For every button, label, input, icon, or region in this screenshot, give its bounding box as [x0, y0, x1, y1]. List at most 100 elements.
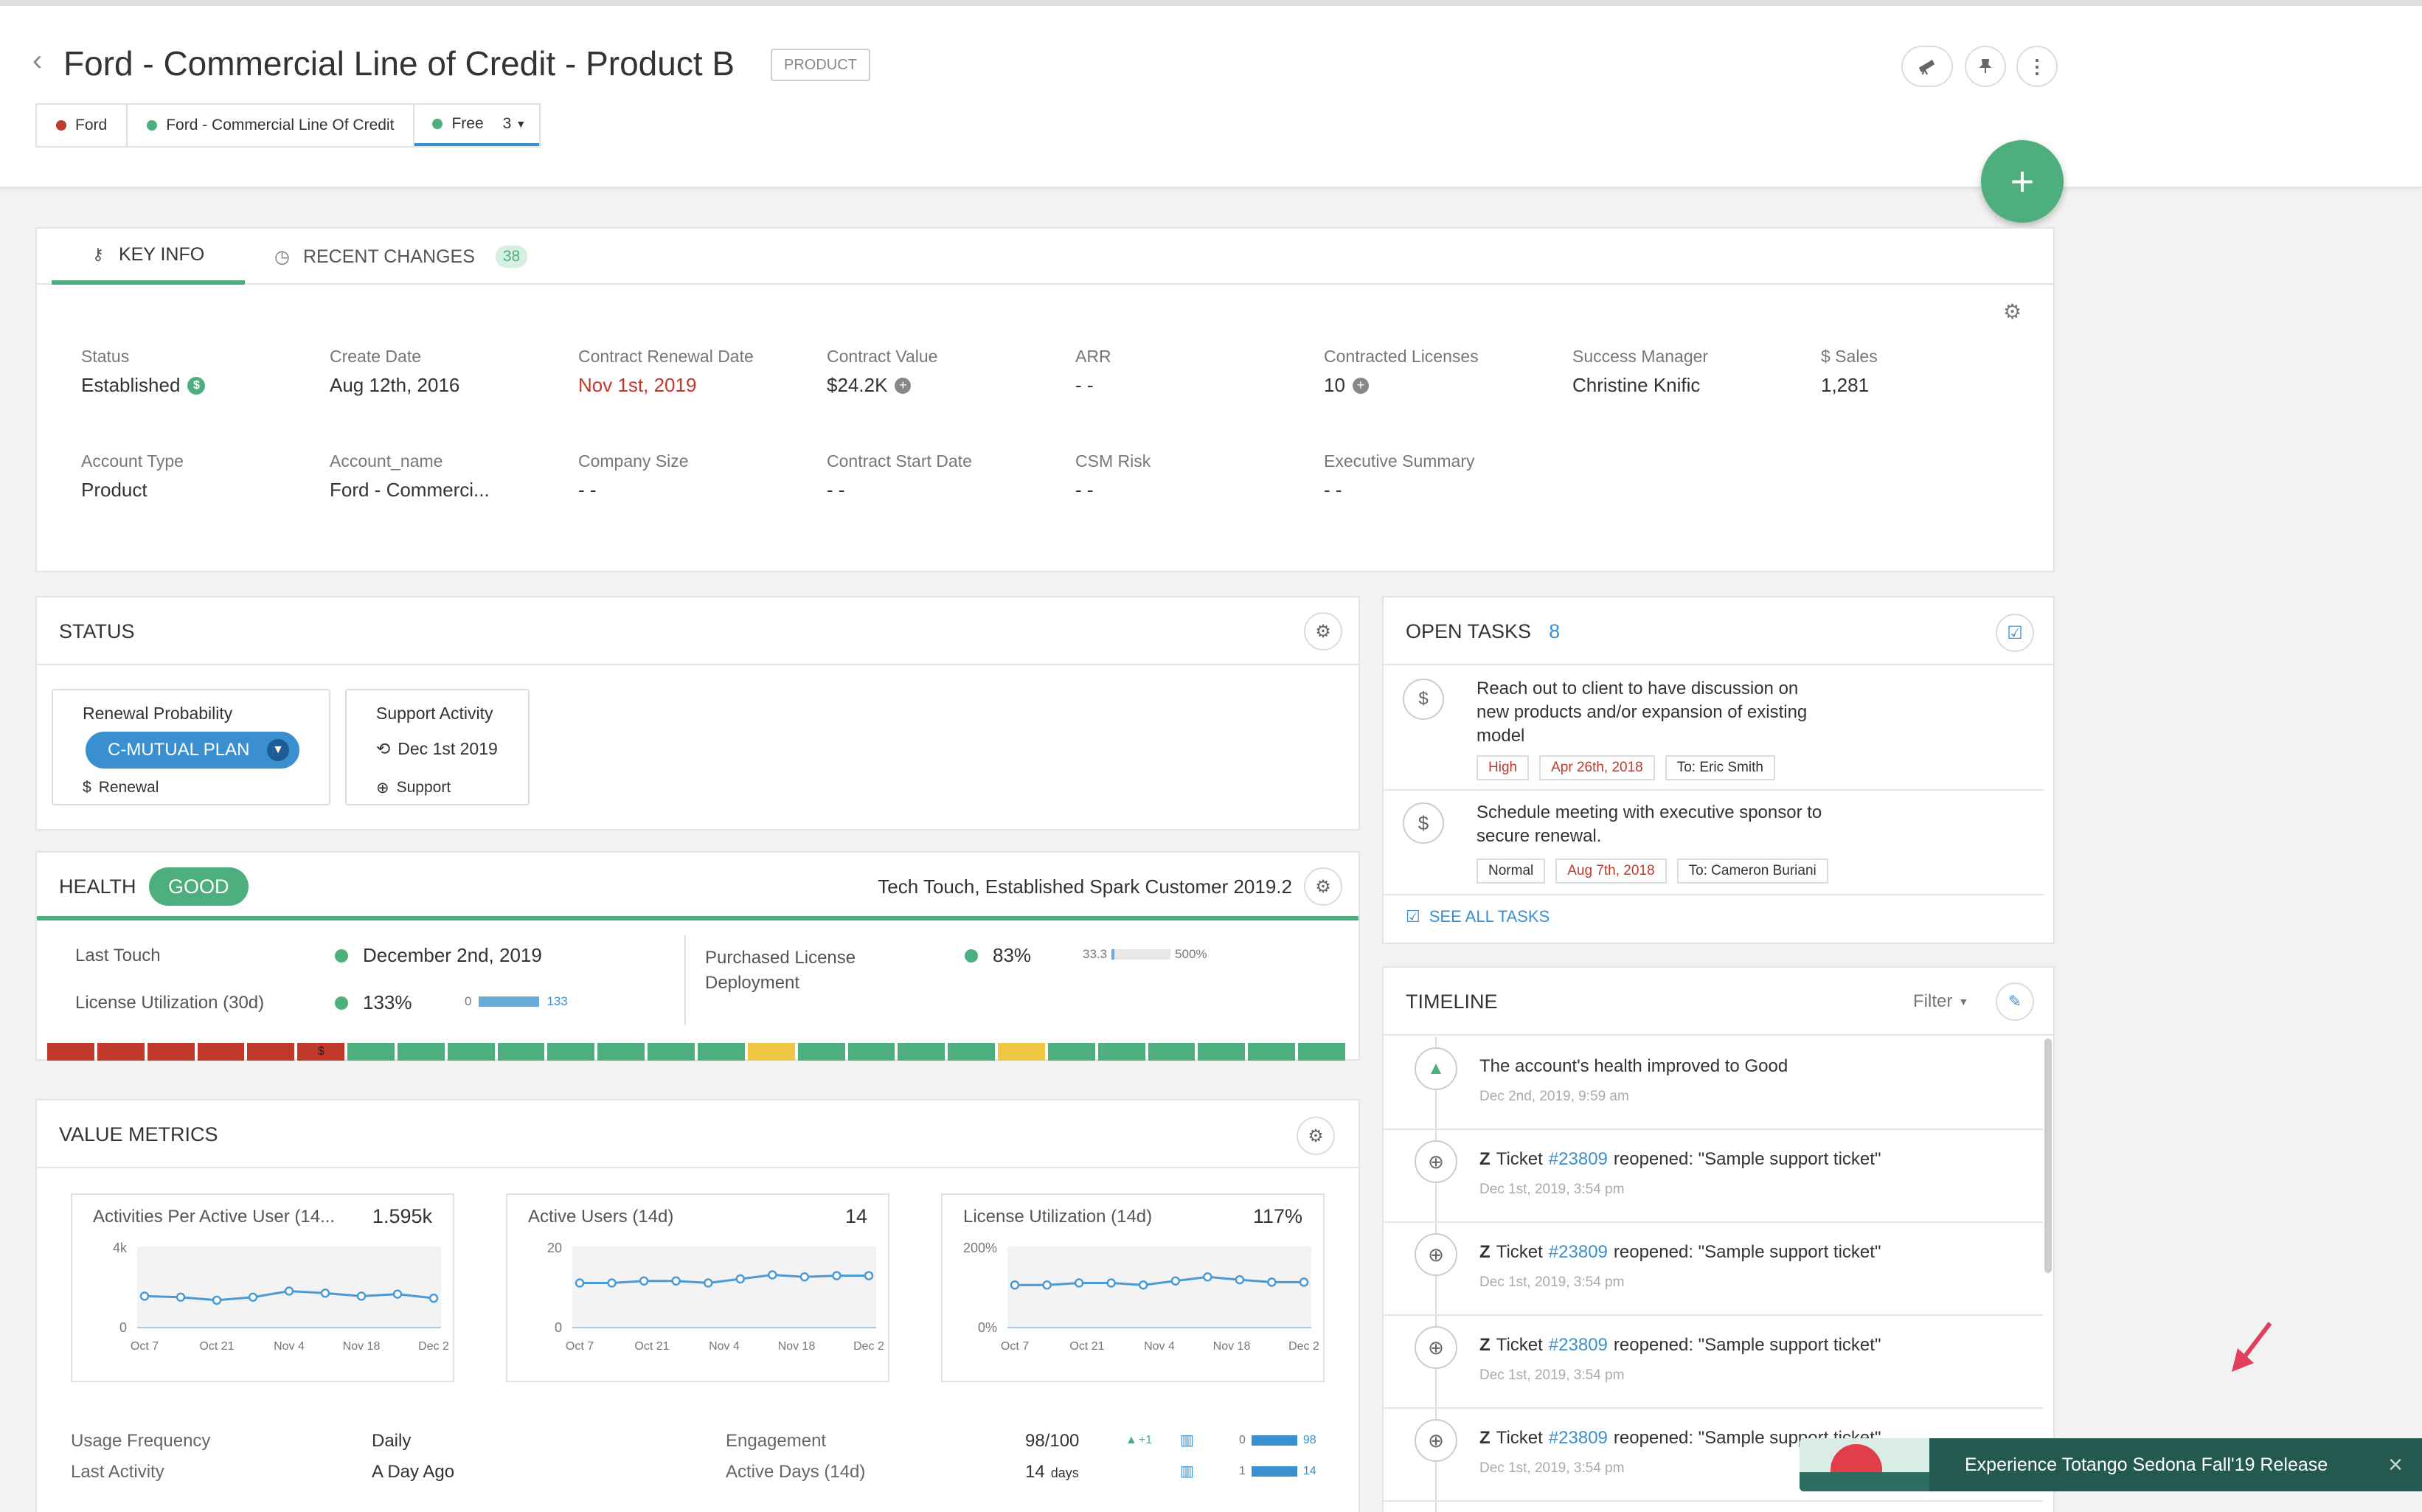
key-info-settings-gear-icon[interactable]: ⚙: [2003, 299, 2022, 324]
add-button[interactable]: +: [1981, 140, 2064, 223]
health-history-segment[interactable]: [847, 1043, 895, 1061]
health-history-segment[interactable]: [47, 1043, 94, 1061]
health-history-segment[interactable]: [797, 1043, 845, 1061]
more-vertical-icon: ⋮: [2027, 55, 2047, 77]
history-icon: ⟲: [376, 739, 391, 758]
plus-icon: +: [2010, 158, 2035, 204]
timeline-title: TIMELINE: [1406, 991, 1498, 1013]
health-history-segment[interactable]: [347, 1043, 395, 1061]
breadcrumb-item-ford[interactable]: Ford: [37, 105, 128, 146]
new-task-button[interactable]: ☑: [1996, 614, 2034, 652]
metric-line-chart: 20 0 Oct 7 Oct 21 Nov 4 Nov 18 Dec 2: [547, 1241, 884, 1353]
timeline-item[interactable]: ▲ The account's health improved to Good …: [1384, 1037, 2043, 1130]
timeline-item[interactable]: ⊕ Z Ticket #23809 reopened: "Sample support…: [1384, 1223, 2043, 1316]
ticket-link[interactable]: #23809: [1549, 1149, 1608, 1170]
ticket-link[interactable]: #23809: [1549, 1335, 1608, 1356]
health-history-segment[interactable]: [497, 1043, 545, 1061]
health-history-segment[interactable]: [1248, 1043, 1296, 1061]
caret-down-icon: ▼: [516, 118, 527, 130]
chart-y-tick-bottom: 0%: [978, 1320, 997, 1335]
see-all-tasks-link[interactable]: ☑ SEE ALL TASKS: [1406, 907, 1550, 926]
add-circle-icon[interactable]: +: [1352, 377, 1369, 394]
health-history-segment[interactable]: [597, 1043, 645, 1061]
health-history-segment[interactable]: [648, 1043, 695, 1061]
add-circle-icon[interactable]: +: [895, 377, 912, 394]
dollar-circle-icon: $: [187, 376, 206, 395]
renewal-plan-dropdown[interactable]: C-MUTUAL PLAN ▼: [86, 732, 299, 769]
health-history-bar: $: [47, 1043, 1348, 1061]
health-history-segment[interactable]: [97, 1043, 145, 1061]
metric-chart-card[interactable]: Active Users (14d) 14 20 0 Oct 7 Oct 21 Nov …: [506, 1193, 889, 1382]
chart-point: [1267, 1277, 1277, 1287]
chart-point: [176, 1292, 186, 1302]
health-settings-button[interactable]: ⚙: [1304, 867, 1342, 906]
health-history-segment[interactable]: [1298, 1043, 1345, 1061]
chart-point: [703, 1278, 713, 1288]
chart-x-tick: Oct 21: [199, 1340, 234, 1353]
health-history-segment[interactable]: [1047, 1043, 1095, 1061]
telescope-icon: [1918, 59, 1935, 75]
task-item[interactable]: $ Reach out to client to have discussion…: [1384, 667, 2044, 791]
open-tasks-title: OPEN TASKS: [1406, 620, 1532, 642]
pin-icon: [1979, 59, 1992, 73]
pointer-arrow-icon: [2232, 1322, 2272, 1372]
health-history-segment[interactable]: [1148, 1043, 1196, 1061]
health-history-segment[interactable]: [247, 1043, 295, 1061]
release-promo-banner[interactable]: Experience Totango Sedona Fall'19 Releas…: [1800, 1438, 2422, 1491]
promo-text: Experience Totango Sedona Fall'19 Releas…: [1965, 1454, 2328, 1475]
close-icon[interactable]: ×: [2388, 1438, 2403, 1491]
field-company-size: Company Size - -: [578, 451, 689, 501]
trend-up-icon: ▲: [1125, 1434, 1137, 1446]
health-history-segment[interactable]: $: [297, 1043, 345, 1061]
metric-chart-card[interactable]: Activities Per Active User (14... 1.595k…: [71, 1193, 454, 1382]
health-history-segment[interactable]: [948, 1043, 996, 1061]
health-history-segment[interactable]: [998, 1043, 1045, 1061]
metric-chart-value: 1.595k: [372, 1205, 432, 1227]
ticket-link[interactable]: #23809: [1549, 1242, 1608, 1263]
field-arr: ARR - -: [1075, 347, 1111, 396]
back-chevron-icon[interactable]: ‹: [32, 46, 42, 75]
health-profile: Tech Touch, Established Spark Customer 2…: [878, 875, 1292, 898]
task-item[interactable]: $ Schedule meeting with executive sponso…: [1384, 792, 2044, 895]
breadcrumb-item-commercial[interactable]: Ford - Commercial Line Of Credit: [128, 105, 415, 146]
health-history-segment[interactable]: [1198, 1043, 1246, 1061]
open-tasks-count: 8: [1549, 620, 1561, 642]
timeline-add-note-button[interactable]: ✎: [1996, 982, 2034, 1021]
tab-key-info[interactable]: ⚷ KEY INFO: [52, 229, 245, 285]
metric-chart-card[interactable]: License Utilization (14d) 117% 200% 0% Oct…: [941, 1193, 1325, 1382]
timeline-item[interactable]: ⊕ Z Ticket #23809 reopened: "Sample support…: [1384, 1130, 2043, 1223]
field-account-type: Account Type Product: [81, 451, 184, 501]
key-info-card: ⚷ KEY INFO ◷ RECENT CHANGES 38 ⚙ Status …: [35, 227, 2055, 572]
chart-x-tick: Nov 4: [274, 1340, 305, 1353]
health-history-segment[interactable]: [197, 1043, 245, 1061]
health-history-segment[interactable]: [747, 1043, 795, 1061]
chart-x-tick: Nov 18: [343, 1340, 381, 1353]
chart-point: [768, 1270, 777, 1280]
status-settings-button[interactable]: ⚙: [1304, 612, 1342, 651]
bar-chart-icon[interactable]: ▥: [1180, 1431, 1194, 1449]
health-history-segment[interactable]: [147, 1043, 195, 1061]
timeline-scrollbar[interactable]: [2044, 1038, 2052, 1273]
timeline-card: TIMELINE Filter ▼ ✎ ▲ The account's healt…: [1382, 966, 2055, 1512]
ticket-link[interactable]: #23809: [1549, 1428, 1608, 1449]
health-history-segment[interactable]: [397, 1043, 445, 1061]
pin-button[interactable]: [1965, 46, 2006, 87]
bar-chart-icon[interactable]: ▥: [1180, 1462, 1194, 1480]
status-card-title: STATUS: [59, 620, 135, 642]
chart-point: [799, 1272, 810, 1282]
health-history-segment[interactable]: [447, 1043, 495, 1061]
more-options-button[interactable]: ⋮: [2016, 46, 2058, 87]
health-history-segment[interactable]: [698, 1043, 745, 1061]
health-history-segment[interactable]: [1097, 1043, 1145, 1061]
field-contract-start-date: Contract Start Date - -: [827, 451, 972, 501]
health-history-segment[interactable]: [547, 1043, 595, 1061]
breadcrumb-item-free[interactable]: Free 3 ▼: [414, 105, 540, 146]
timeline-filter-dropdown[interactable]: Filter ▼: [1913, 968, 1968, 1036]
chart-y-tick-bottom: 0: [119, 1320, 127, 1335]
status-dot-green-icon: [335, 996, 348, 1010]
telescope-button[interactable]: [1901, 46, 1953, 87]
value-metrics-settings-button[interactable]: ⚙: [1297, 1117, 1335, 1155]
timeline-item[interactable]: ⊕ Z Ticket #23809 reopened: "Sample support…: [1384, 1316, 2043, 1409]
health-history-segment[interactable]: [898, 1043, 945, 1061]
tab-recent-changes[interactable]: ◷ RECENT CHANGES 38: [274, 229, 528, 285]
